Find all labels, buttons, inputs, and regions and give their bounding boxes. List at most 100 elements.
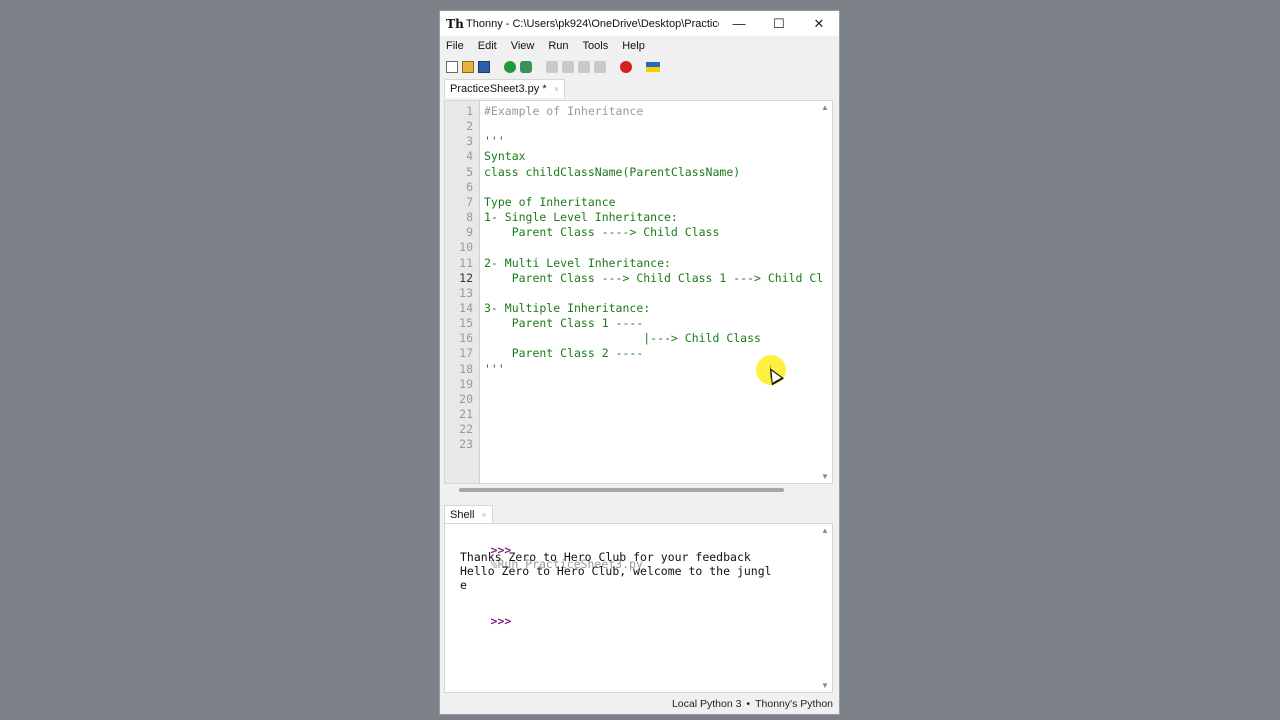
- step-out-icon[interactable]: [578, 61, 590, 73]
- thonny-logo-icon: Th: [446, 16, 464, 31]
- code-text: Parent Class 2 ----: [484, 346, 644, 361]
- line-number: 10: [459, 240, 473, 255]
- tab-practicesheet3[interactable]: PracticeSheet3.py * ×: [444, 79, 565, 98]
- shell-output-line: e: [460, 578, 467, 592]
- menu-help[interactable]: Help: [622, 40, 645, 52]
- code-text: |---> Child Class: [484, 331, 761, 346]
- code-text: 3- Multiple Inheritance:: [484, 300, 651, 315]
- scroll-up-icon[interactable]: ▲: [821, 103, 829, 112]
- line-number: 4: [466, 149, 473, 164]
- close-shell-icon[interactable]: ×: [482, 510, 487, 520]
- code-line[interactable]: 10: [445, 240, 473, 255]
- minimize-button[interactable]: —: [719, 11, 759, 36]
- code-line[interactable]: 16 |---> Child Class: [445, 331, 761, 346]
- code-line[interactable]: 3 ''': [445, 134, 505, 149]
- shell-tab-label: Shell: [450, 509, 475, 521]
- step-into-icon[interactable]: [562, 61, 574, 73]
- shell-tab-row: Shell ×: [444, 504, 493, 524]
- code-text: Type of Inheritance: [484, 194, 616, 209]
- menu-file[interactable]: File: [446, 40, 464, 52]
- line-number: 1: [466, 104, 473, 118]
- toolbar: [440, 56, 839, 78]
- line-number: 17: [459, 346, 473, 361]
- editor-vertical-scrollbar[interactable]: ▲ ▼: [818, 101, 832, 483]
- code-line[interactable]: 5 class childClassName(ParentClassName): [445, 164, 740, 180]
- line-number: 13: [459, 285, 473, 300]
- maximize-button[interactable]: ☐: [759, 11, 799, 36]
- line-number: 22: [459, 422, 473, 437]
- line-number: 11: [459, 255, 473, 270]
- line-number: 23: [459, 437, 473, 452]
- line-number: 9: [466, 225, 473, 240]
- code-line[interactable]: 12 Parent Class ---> Child Class 1 ---> …: [445, 270, 823, 286]
- close-window-button[interactable]: ✕: [799, 11, 839, 36]
- editor-tab-row: PracticeSheet3.py * ×: [440, 78, 839, 98]
- run-icon[interactable]: [504, 61, 516, 73]
- interpreter-selector[interactable]: Local Python 3: [672, 698, 741, 710]
- python-label[interactable]: Thonny's Python: [755, 698, 833, 710]
- code-text: class childClassName(ParentClassName): [484, 164, 741, 179]
- code-line[interactable]: 1 #Example of Inheritance: [445, 104, 643, 119]
- code-line[interactable]: 13: [445, 286, 473, 301]
- scrollbar-thumb[interactable]: [459, 488, 784, 492]
- line-number: 8: [466, 210, 473, 225]
- shell-prompt: >>>: [490, 614, 512, 628]
- shell-vertical-scrollbar[interactable]: ▲ ▼: [818, 524, 832, 692]
- code-text: 2- Multi Level Inheritance:: [484, 255, 671, 270]
- code-line[interactable]: 6: [445, 180, 473, 195]
- code-line[interactable]: 19: [445, 377, 473, 392]
- menu-run[interactable]: Run: [548, 40, 568, 52]
- resume-icon[interactable]: [594, 61, 606, 73]
- line-number: 20: [459, 391, 473, 406]
- code-text: 1- Single Level Inheritance:: [484, 210, 678, 225]
- code-line[interactable]: 2: [445, 119, 473, 134]
- debug-icon[interactable]: [520, 61, 532, 73]
- code-text: ''': [484, 134, 505, 149]
- ukraine-flag-icon[interactable]: [646, 62, 660, 72]
- tab-label: PracticeSheet3.py *: [450, 83, 547, 95]
- code-line[interactable]: 20: [445, 392, 473, 407]
- scroll-up-icon[interactable]: ▲: [821, 526, 829, 535]
- window-title: Thonny - C:\Users\pk924\OneDrive\Desktop…: [466, 17, 719, 30]
- code-line[interactable]: 8 1- Single Level Inheritance:: [445, 210, 678, 225]
- code-text: Parent Class ----> Child Class: [484, 225, 720, 240]
- line-number: 5: [466, 164, 473, 179]
- shell-input-line[interactable]: >>>: [449, 600, 512, 642]
- stop-icon[interactable]: [620, 61, 632, 73]
- title-bar[interactable]: Th Thonny - C:\Users\pk924\OneDrive\Desk…: [440, 11, 839, 36]
- code-text: ''': [484, 361, 505, 376]
- editor-horizontal-scrollbar[interactable]: [444, 485, 833, 497]
- open-file-icon[interactable]: [462, 61, 474, 73]
- code-line[interactable]: 14 3- Multiple Inheritance:: [445, 301, 650, 316]
- tab-shell[interactable]: Shell ×: [444, 505, 493, 524]
- shell-output-line: Hello Zero to Hero Club, welcome to the …: [460, 564, 772, 578]
- code-line[interactable]: 11 2- Multi Level Inheritance:: [445, 255, 671, 271]
- menu-tools[interactable]: Tools: [583, 40, 609, 52]
- save-icon[interactable]: [478, 61, 490, 73]
- scroll-down-icon[interactable]: ▼: [821, 472, 829, 481]
- code-editor[interactable]: ▲ ▼ 1 #Example of Inheritance 2 3 ''' 4 Syntax…: [444, 100, 833, 484]
- line-number: 19: [459, 376, 473, 391]
- shell-panel[interactable]: >>> %Run PracticeSheet3.py Thanks Zero t…: [444, 523, 833, 693]
- new-file-icon[interactable]: [446, 61, 458, 73]
- close-tab-icon[interactable]: ×: [554, 84, 559, 94]
- menu-view[interactable]: View: [511, 40, 535, 52]
- line-number: 7: [466, 194, 473, 209]
- code-line[interactable]: 23: [445, 437, 473, 452]
- code-line[interactable]: 17 Parent Class 2 ----: [445, 346, 643, 361]
- line-number: 12: [459, 270, 473, 285]
- code-line[interactable]: 15 Parent Class 1 ----: [445, 316, 643, 331]
- shell-output-line: Thanks Zero to Hero Club for your feedba…: [460, 550, 751, 564]
- step-over-icon[interactable]: [546, 61, 558, 73]
- code-line[interactable]: 4 Syntax: [445, 149, 525, 164]
- code-line[interactable]: 22: [445, 422, 473, 437]
- code-line[interactable]: 9 Parent Class ----> Child Class: [445, 225, 719, 240]
- code-line[interactable]: 21: [445, 407, 473, 422]
- code-line[interactable]: 7 Type of Inheritance: [445, 194, 616, 210]
- menu-edit[interactable]: Edit: [478, 40, 497, 52]
- thonny-window: Th Thonny - C:\Users\pk924\OneDrive\Desk…: [439, 10, 840, 715]
- line-number: 6: [466, 179, 473, 194]
- code-line[interactable]: 18 ''': [445, 362, 505, 377]
- line-number: 16: [459, 331, 473, 346]
- scroll-down-icon[interactable]: ▼: [821, 681, 829, 690]
